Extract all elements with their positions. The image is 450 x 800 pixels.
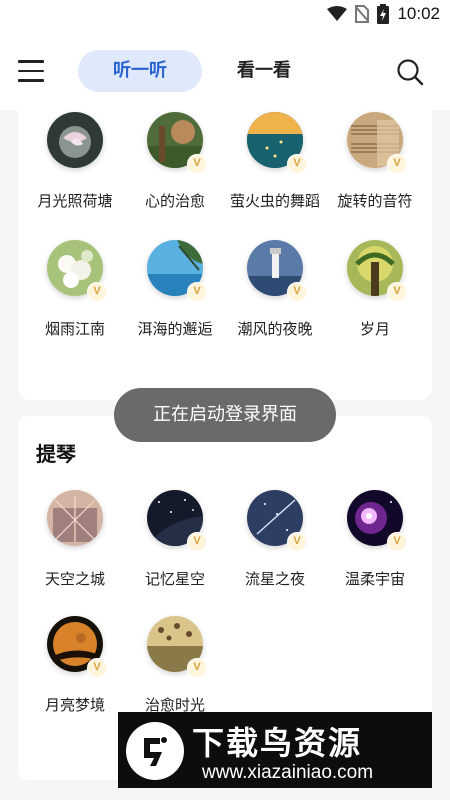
list-item[interactable]: V 萤火虫的舞蹈 [225,112,325,222]
list-item[interactable]: 月光照荷塘 [25,112,125,222]
vip-badge-icon: V [187,658,207,678]
list-item[interactable]: V 岁月 [325,240,425,350]
list-item[interactable]: V 流星之夜 [225,490,325,600]
no-sim-icon [355,5,370,23]
status-icons: 10:02 [327,4,440,24]
list-item[interactable]: V 记忆星空 [125,490,225,600]
vip-badge-icon: V [387,282,407,302]
tab-watch[interactable]: 看一看 [224,50,304,92]
watermark-title: 下载鸟资源 [192,724,363,762]
music-section-card: 月光照荷塘 V 心的治愈 V 萤火虫的舞蹈 V 旋转的音符 V 烟雨江南 V 洱海的邂逅 V 潮风的夜晚… [18,100,432,400]
header: 听一听 看一看 [0,32,450,110]
vip-badge-icon: V [387,154,407,174]
vip-badge-icon: V [187,154,207,174]
list-item[interactable]: V 月亮梦境 [25,616,125,726]
item-label: 旋转的音符 [337,192,413,210]
item-label: 温柔宇宙 [344,570,405,588]
wifi-icon [327,6,348,21]
vip-badge-icon: V [87,282,107,302]
vip-badge-icon: V [287,154,307,174]
toast-message: 正在启动登录界面 [114,388,336,442]
watermark: 下载鸟资源 www.xiazainiao.com [118,712,432,788]
vip-badge-icon: V [87,658,107,678]
vip-badge-icon: V [187,532,207,552]
vip-badge-icon: V [387,532,407,552]
album-cover-image [47,112,103,168]
list-item[interactable]: V 旋转的音符 [325,112,425,222]
list-item[interactable]: V 烟雨江南 [25,240,125,350]
list-item[interactable]: V 洱海的邂逅 [125,240,225,350]
section-title: 提琴 [36,442,76,466]
vip-badge-icon: V [187,282,207,302]
status-bar: 10:02 [0,0,450,32]
status-time: 10:02 [397,4,440,23]
menu-icon[interactable] [18,60,44,84]
list-item[interactable]: 天空之城 [25,490,125,600]
bird-logo-icon [126,722,184,780]
vip-badge-icon: V [287,532,307,552]
list-item[interactable]: V 温柔宇宙 [325,490,425,600]
tab-listen[interactable]: 听一听 [78,50,202,92]
search-icon[interactable] [396,58,424,86]
list-item[interactable]: V 治愈时光 [125,616,225,726]
battery-charging-icon [377,4,390,24]
vip-badge-icon: V [287,282,307,302]
list-item[interactable]: V 心的治愈 [125,112,225,222]
list-item[interactable]: V 潮风的夜晚 [225,240,325,350]
item-label: 岁月 [359,320,390,338]
watermark-url: www.xiazainiao.com [202,762,374,783]
album-cover-image [47,490,103,546]
